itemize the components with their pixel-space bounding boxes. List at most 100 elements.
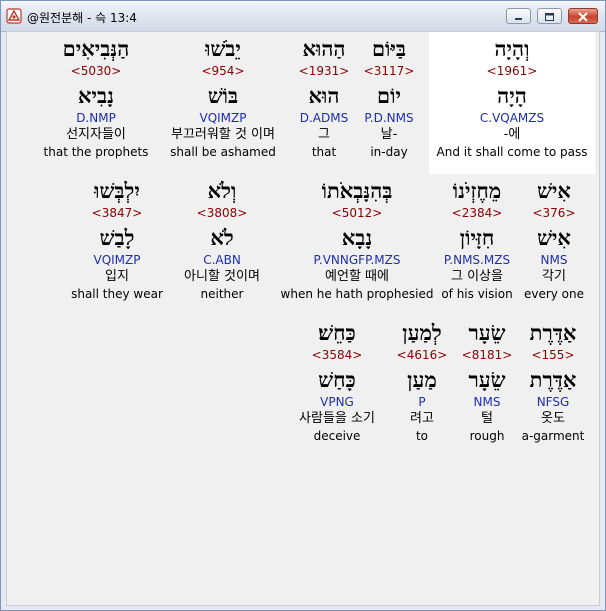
word-card[interactable]: כַּחֵשׁ׃ <3584> כָּחַשׁ VPNG 사람들을 소기 dec… bbox=[283, 319, 391, 444]
parsing-code: P.NMS.MZS bbox=[443, 253, 511, 267]
english-gloss: that the prophets bbox=[43, 145, 149, 159]
strongs-number[interactable]: <1961> bbox=[429, 63, 595, 79]
word-card[interactable]: אִישׁ <376> אִישׁ NMS 각기 every one bbox=[519, 177, 589, 302]
strongs-number[interactable]: <3808> bbox=[169, 205, 275, 221]
korean-gloss: 각기 bbox=[542, 269, 566, 284]
lexical-form: בּוֹשׁ bbox=[207, 83, 239, 108]
parsing-code: P.D.NMS bbox=[364, 111, 414, 125]
minimize-button[interactable] bbox=[506, 8, 531, 24]
english-gloss: in-day bbox=[370, 145, 408, 159]
word-card[interactable]: הַהוּא <1931> הוּא D.ADMS 그 that bbox=[292, 35, 356, 160]
word-card[interactable]: לְמַעַן <4616> מַעַן P 려고 to bbox=[389, 319, 455, 444]
parsing-code: VPNG bbox=[320, 395, 354, 409]
maximize-button[interactable] bbox=[537, 8, 562, 24]
korean-gloss: 예언할 때에 bbox=[325, 269, 389, 284]
window-title: @원전분해 - 슥 13:4 bbox=[27, 11, 137, 25]
word-card[interactable]: וְלֹא <3808> לֹא C.ABN 아니할 것이며 neither bbox=[169, 177, 275, 302]
word-card[interactable]: יֵבֹשׁוּ <954> בּוֹשׁ VQIMZP 부끄러워할 것 이며 … bbox=[157, 35, 289, 160]
korean-gloss: 려고 bbox=[410, 411, 434, 426]
word-card[interactable]: אַדֶּרֶת <155> אַדֶּרֶת NFSG 옷도 a-garmen… bbox=[521, 319, 585, 444]
hebrew-word: הַהוּא bbox=[302, 36, 346, 61]
word-card[interactable]: יִלְבְּשׁוּ <3847> לָבַשׁ VQIMZP 입지 shal… bbox=[67, 177, 167, 302]
analysis-panel: וְהָיָה <1961> הָיָה C.VQAMZS -에 And it … bbox=[6, 31, 600, 606]
parsing-code: P bbox=[418, 395, 426, 409]
minimize-icon bbox=[515, 18, 522, 20]
parsing-code: VQIMZP bbox=[93, 253, 141, 267]
parsing-code: NMS bbox=[540, 253, 568, 267]
lexical-form: נָבִיא bbox=[78, 83, 114, 108]
lexical-form: כָּחַשׁ bbox=[318, 367, 356, 392]
english-gloss: neither bbox=[200, 287, 244, 301]
word-card[interactable]: שֵׂעָר <8181> שֵׂעָר NMS 털 rough bbox=[457, 319, 517, 444]
strongs-number[interactable]: <5030> bbox=[43, 63, 149, 79]
word-card[interactable]: בַּיּוֹם <3117> יוֹם P.D.NMS 날- in-day bbox=[356, 35, 422, 160]
word-card[interactable]: הַנְּבִיאִים <5030> נָבִיא D.NMP 선지자들이 t… bbox=[43, 35, 149, 160]
english-gloss: when he hath prophesied bbox=[280, 287, 434, 301]
strongs-number[interactable]: <5012> bbox=[279, 205, 435, 221]
strongs-number[interactable]: <3847> bbox=[67, 205, 167, 221]
hebrew-word: וְלֹא bbox=[207, 178, 237, 203]
lexical-form: אִישׁ bbox=[537, 225, 571, 250]
strongs-number[interactable]: <954> bbox=[157, 63, 289, 79]
hebrew-word: יֵבֹשׁוּ bbox=[205, 36, 241, 61]
hebrew-word: הַנְּבִיאִים bbox=[62, 36, 130, 61]
lexical-form: הוּא bbox=[308, 83, 340, 108]
hebrew-word: אִישׁ bbox=[537, 178, 571, 203]
hebrew-word: בְּהִנָּבְאֹתוֹ bbox=[321, 178, 393, 203]
english-gloss: deceive bbox=[313, 429, 361, 443]
strongs-number[interactable]: <376> bbox=[519, 205, 589, 221]
english-gloss: that bbox=[311, 145, 337, 159]
app-logo-icon bbox=[6, 8, 22, 24]
strongs-number[interactable]: <1931> bbox=[292, 63, 356, 79]
korean-gloss: 그 이상을 bbox=[451, 269, 503, 284]
english-gloss: shall be ashamed bbox=[170, 145, 276, 159]
hebrew-word: לְמַעַן bbox=[402, 320, 442, 345]
english-gloss: shall they wear bbox=[71, 287, 163, 301]
word-card[interactable]: בְּהִנָּבְאֹתוֹ <5012> נָבָא P.VNNGFP.MZ… bbox=[279, 177, 435, 302]
english-gloss: a-garment bbox=[521, 429, 585, 443]
korean-gloss: 털 bbox=[481, 411, 493, 426]
hebrew-word: בַּיּוֹם bbox=[371, 36, 407, 61]
app-window: @원전분해 - 슥 13:4 וְהָיָה <1961> הָיָה C.VQ… bbox=[0, 0, 606, 611]
korean-gloss: 날- bbox=[380, 127, 398, 142]
lexical-form: שֵׂעָר bbox=[468, 367, 506, 392]
close-button[interactable] bbox=[568, 8, 598, 24]
lexical-form: מַעַן bbox=[407, 367, 437, 392]
korean-gloss: 아니할 것이며 bbox=[184, 269, 260, 284]
strongs-number[interactable]: <4616> bbox=[389, 347, 455, 363]
parsing-code: VQIMZP bbox=[199, 111, 247, 125]
korean-gloss: 입지 bbox=[105, 269, 129, 284]
hebrew-word: שֵׂעָר bbox=[468, 320, 506, 345]
parsing-code: D.NMP bbox=[76, 111, 116, 125]
parsing-code: D.ADMS bbox=[299, 111, 349, 125]
strongs-number[interactable]: <2384> bbox=[435, 205, 519, 221]
word-card[interactable]: וְהָיָה <1961> הָיָה C.VQAMZS -에 And it … bbox=[429, 32, 595, 174]
korean-gloss: 선지자들이 bbox=[66, 127, 126, 142]
parsing-code: P.VNNGFP.MZS bbox=[313, 253, 401, 267]
word-card[interactable]: מֵחֶזְיֹנוֹ <2384> חִזָּיוֹן P.NMS.MZS 그… bbox=[435, 177, 519, 302]
parsing-code: C.ABN bbox=[203, 253, 241, 267]
strongs-number[interactable]: <155> bbox=[521, 347, 585, 363]
lexical-form: יוֹם bbox=[377, 83, 401, 108]
close-icon bbox=[578, 12, 588, 22]
strongs-number[interactable]: <3117> bbox=[356, 63, 422, 79]
parsing-code: NMS bbox=[473, 395, 501, 409]
lexical-form: הָיָה bbox=[497, 83, 527, 108]
lexical-form: לָבַשׁ bbox=[99, 225, 135, 250]
english-gloss: to bbox=[415, 429, 429, 443]
english-gloss: every one bbox=[523, 287, 585, 301]
hebrew-word: וְהָיָה bbox=[494, 36, 530, 61]
title-bar[interactable]: @원전분해 - 슥 13:4 bbox=[1, 1, 605, 32]
hebrew-word: כַּחֵשׁ׃ bbox=[318, 320, 356, 345]
strongs-number[interactable]: <8181> bbox=[457, 347, 517, 363]
korean-gloss: 부끄러워할 것 이며 bbox=[171, 127, 275, 142]
english-gloss: of his vision bbox=[441, 287, 513, 301]
lexical-form: לֹא bbox=[210, 225, 234, 250]
parsing-code: C.VQAMZS bbox=[479, 111, 545, 125]
maximize-icon bbox=[545, 13, 554, 21]
parsing-code: NFSG bbox=[536, 395, 570, 409]
english-gloss: And it shall come to pass bbox=[436, 145, 588, 159]
korean-gloss: 옷도 bbox=[541, 411, 565, 426]
lexical-form: חִזָּיוֹן bbox=[459, 225, 495, 250]
strongs-number[interactable]: <3584> bbox=[283, 347, 391, 363]
